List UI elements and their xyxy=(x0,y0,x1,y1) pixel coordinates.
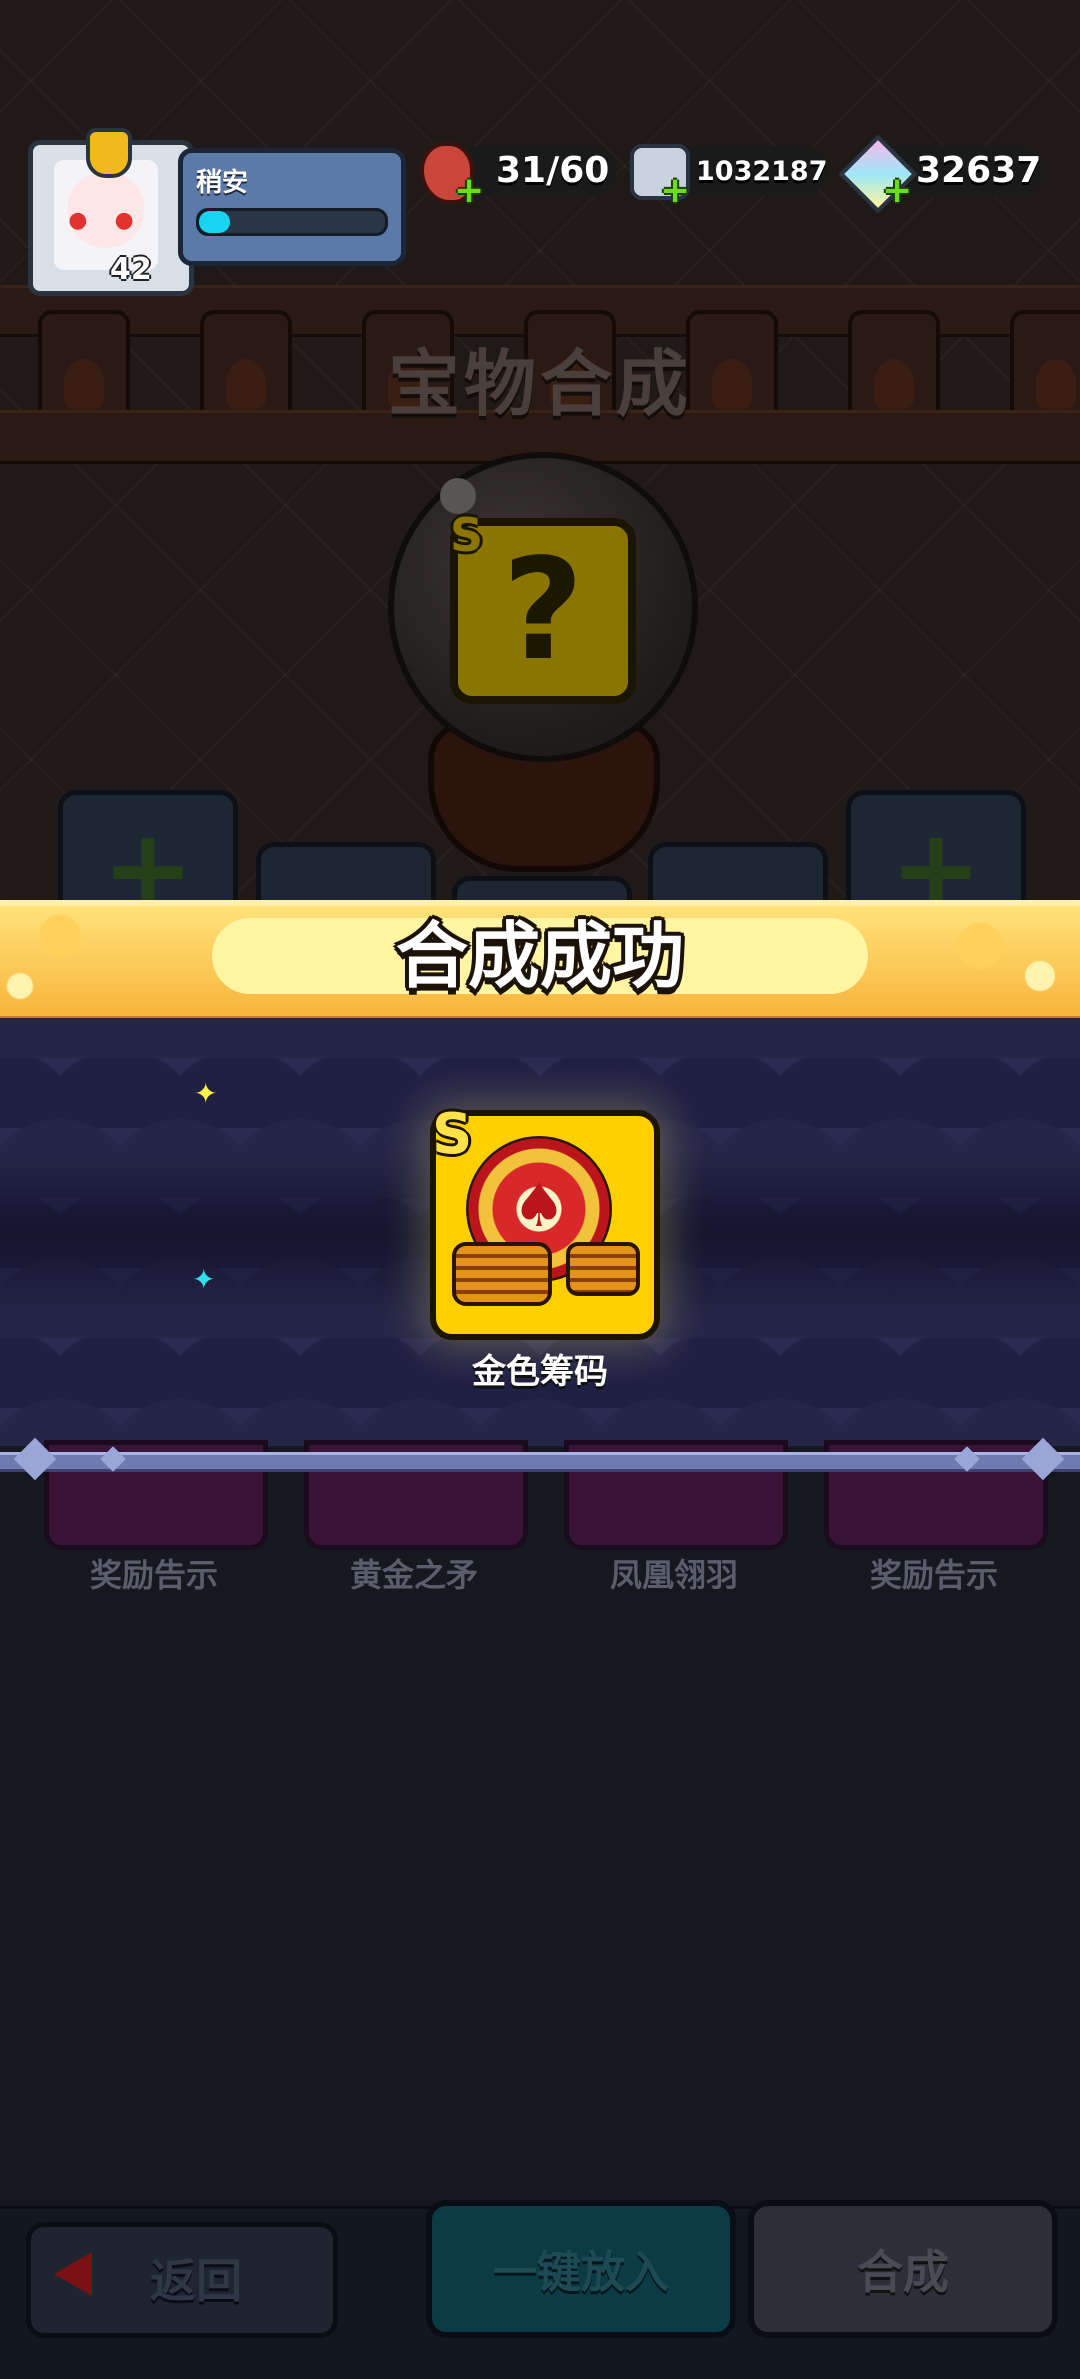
divider-rail xyxy=(0,1452,1080,1472)
page-title: 宝物合成 xyxy=(387,342,692,426)
player-level: 42 xyxy=(110,252,152,287)
sparkle-icon: ✦ xyxy=(192,1263,216,1296)
stamina-value: 31/60 xyxy=(496,150,610,191)
grade-badge: S xyxy=(450,508,484,562)
reward-item-name: 金色筹码 xyxy=(472,1352,608,1392)
item-label: 黄金之矛 xyxy=(349,1556,478,1594)
coin-stack-icon xyxy=(566,1242,640,1296)
item-label: 奖励告示 xyxy=(869,1556,998,1594)
item-label: 奖励告示 xyxy=(89,1556,218,1594)
sparkle-icon: ✦ xyxy=(194,1077,218,1110)
silver-value: 1032187 xyxy=(696,156,828,187)
synthesize-button-label: 合成 xyxy=(857,2245,949,2299)
diamond-value: 32637 xyxy=(916,150,1042,191)
auto-fill-button-label: 一键放入 xyxy=(493,2247,669,2298)
back-arrow-icon xyxy=(54,2252,92,2296)
back-button-label: 返回 xyxy=(150,2254,242,2308)
avatar-eyes: ● ● xyxy=(68,208,144,233)
add-diamond-button[interactable]: + xyxy=(882,170,912,211)
success-title: 合成成功 xyxy=(395,914,684,998)
add-silver-button[interactable]: + xyxy=(660,170,690,211)
grade-badge: S xyxy=(432,1102,473,1167)
item-label: 凤凰翎羽 xyxy=(609,1556,738,1594)
shield-badge-icon xyxy=(86,128,132,178)
player-name: 稍安 xyxy=(196,168,249,198)
coin-stack-icon xyxy=(452,1242,552,1306)
xp-bar-fill xyxy=(199,211,230,233)
add-stamina-button[interactable]: + xyxy=(454,170,484,211)
